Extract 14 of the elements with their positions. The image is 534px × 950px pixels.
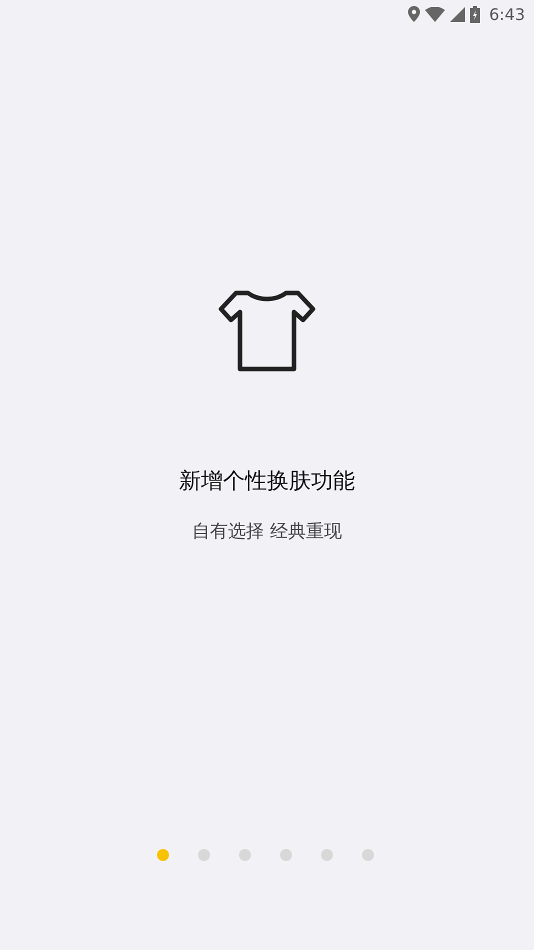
signal-icon bbox=[450, 6, 466, 22]
status-time: 6:43 bbox=[489, 4, 525, 24]
location-icon bbox=[408, 6, 420, 22]
page-indicator-dot[interactable] bbox=[362, 849, 374, 861]
feature-subtitle: 自有选择 经典重现 bbox=[192, 520, 342, 543]
page-indicator-dot[interactable] bbox=[239, 849, 251, 861]
wifi-icon bbox=[425, 6, 446, 22]
feature-title: 新增个性换肤功能 bbox=[179, 468, 355, 496]
battery-icon bbox=[470, 6, 480, 22]
page-indicator-dot[interactable] bbox=[157, 849, 169, 861]
page-indicator-dot[interactable] bbox=[280, 849, 292, 861]
t-shirt-icon bbox=[218, 289, 316, 373]
page-indicator-dot[interactable] bbox=[321, 849, 333, 861]
page-indicator-dot[interactable] bbox=[198, 849, 210, 861]
